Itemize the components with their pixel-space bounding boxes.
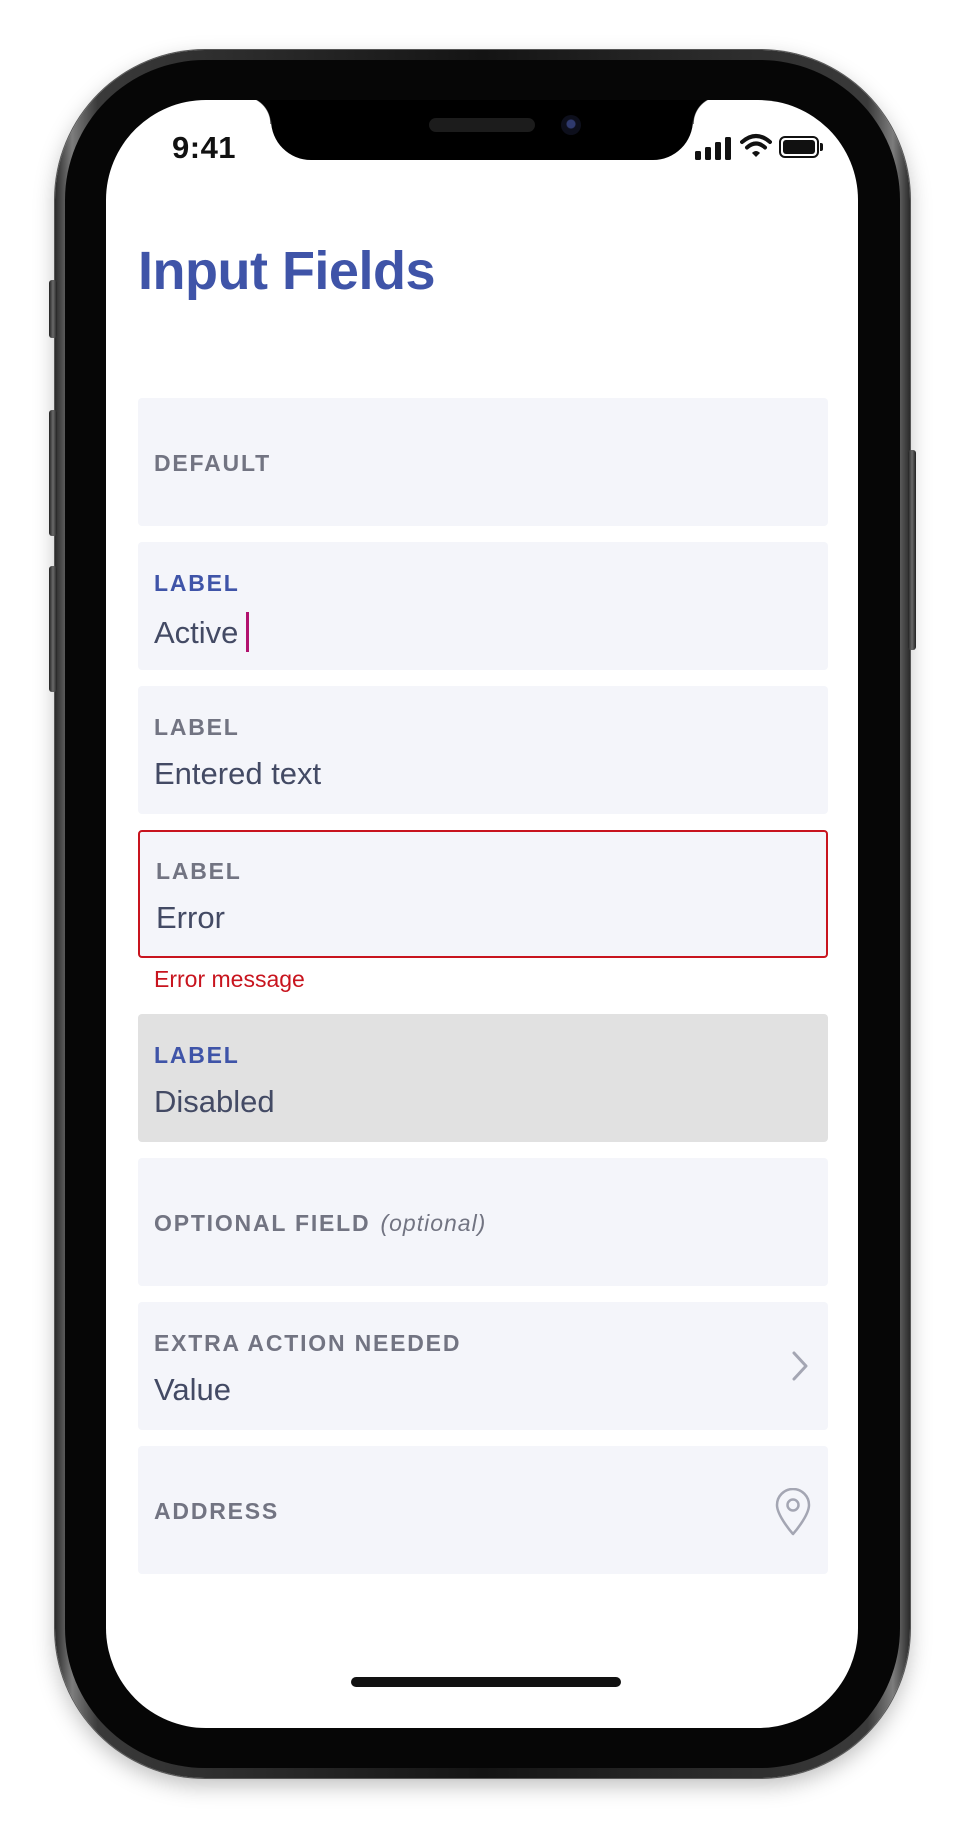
field-label: ADDRESS	[154, 1498, 280, 1524]
mute-switch	[49, 280, 57, 338]
field-value: Value	[154, 1372, 231, 1407]
cellular-signal-icon	[695, 134, 733, 160]
location-pin-icon[interactable]	[774, 1488, 812, 1536]
optional-input-field[interactable]: OPTIONAL FIELD (optional)	[138, 1158, 828, 1286]
field-label: LABEL	[154, 1042, 240, 1068]
field-label: EXTRA ACTION NEEDED	[154, 1330, 462, 1356]
power-button	[908, 450, 916, 650]
field-label-wrapper: OPTIONAL FIELD (optional)	[154, 1210, 486, 1237]
field-value: Active	[154, 615, 239, 650]
default-input-field[interactable]: DEFAULT	[138, 398, 828, 526]
phone-screen: 9:41 Input Fields DEFAULT LABEL Active L…	[106, 100, 858, 1728]
field-value: Entered text	[154, 756, 322, 791]
field-value-wrapper: Active	[154, 612, 250, 652]
chevron-right-icon[interactable]	[790, 1350, 810, 1382]
home-indicator[interactable]	[351, 1677, 621, 1687]
field-label: DEFAULT	[154, 450, 271, 476]
error-message: Error message	[154, 966, 305, 992]
front-camera	[561, 115, 581, 135]
wifi-icon	[740, 134, 772, 157]
volume-up-button	[49, 410, 57, 536]
address-input-field[interactable]: ADDRESS	[138, 1446, 828, 1574]
field-label: LABEL	[156, 858, 242, 884]
field-label: LABEL	[154, 570, 240, 596]
filled-input-field[interactable]: LABEL Entered text	[138, 686, 828, 814]
active-input-field[interactable]: LABEL Active	[138, 542, 828, 670]
field-label: OPTIONAL FIELD	[154, 1210, 371, 1236]
notch	[243, 100, 721, 160]
battery-icon	[779, 136, 823, 158]
field-value: Disabled	[154, 1084, 275, 1119]
disabled-input-field: LABEL Disabled	[138, 1014, 828, 1142]
volume-down-button	[49, 566, 57, 692]
extra-action-input-field[interactable]: EXTRA ACTION NEEDED Value	[138, 1302, 828, 1430]
field-value: Error	[156, 900, 225, 935]
error-input-field[interactable]: LABEL Error	[138, 830, 828, 958]
status-time: 9:41	[172, 130, 237, 165]
optional-note: (optional)	[380, 1210, 487, 1236]
page-title: Input Fields	[138, 241, 436, 301]
field-label: LABEL	[154, 714, 240, 740]
earpiece-speaker	[429, 118, 535, 132]
text-cursor	[246, 612, 250, 652]
